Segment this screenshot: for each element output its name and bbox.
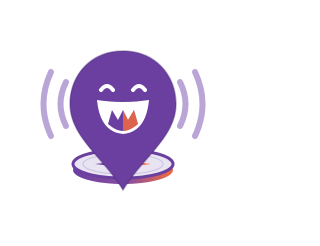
sound-waves-left-icon (40, 69, 69, 139)
location-pin-logo-icon (40, 50, 206, 192)
sound-waves-right-icon (177, 69, 206, 139)
app-logo (0, 0, 246, 246)
